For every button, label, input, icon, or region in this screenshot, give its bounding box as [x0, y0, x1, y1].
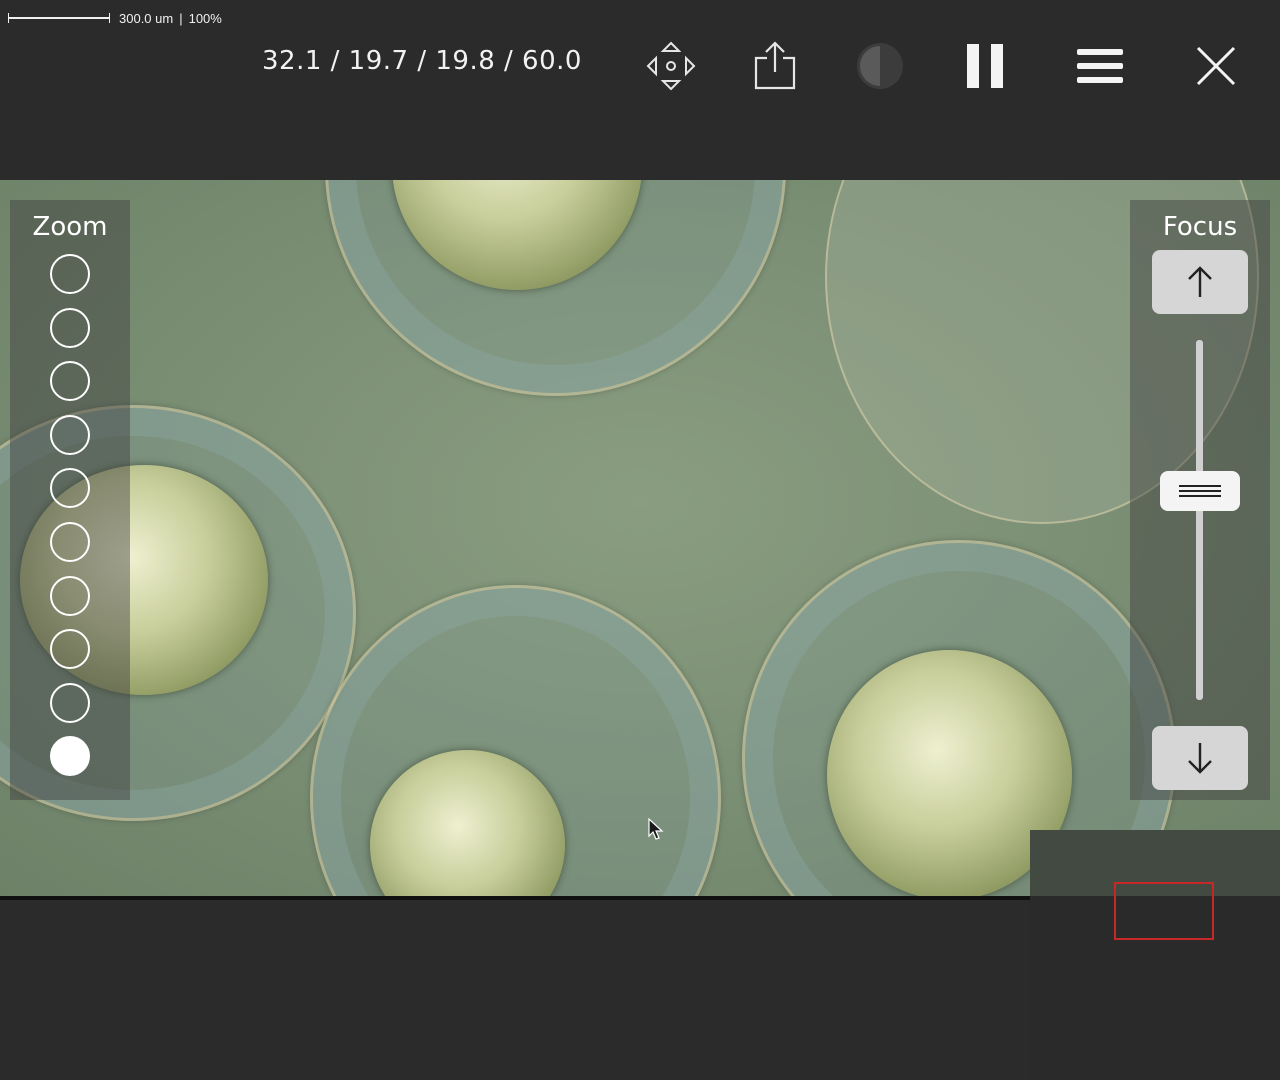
- focus-title: Focus: [1162, 212, 1238, 242]
- zoom-level-10[interactable]: [50, 736, 90, 777]
- menu-button[interactable]: [1072, 38, 1128, 94]
- microscope-viewer-app: 300.0 um | 100% 32.1 / 19.7 / 19.8 / 60.…: [0, 0, 1280, 1080]
- zoom-level-9[interactable]: [50, 682, 90, 723]
- stage-coordinates: 32.1 / 19.7 / 19.8 / 60.0: [262, 46, 582, 76]
- close-icon: [1196, 46, 1236, 86]
- close-button[interactable]: [1188, 38, 1244, 94]
- zoom-level-4[interactable]: [50, 414, 90, 455]
- share-button[interactable]: [747, 38, 803, 94]
- overview-minimap[interactable]: [1030, 830, 1280, 1080]
- scale-bar-separator: |: [179, 10, 183, 26]
- focus-up-button[interactable]: [1152, 250, 1248, 314]
- menu-icon: [1077, 49, 1123, 83]
- scale-bar-length: 300.0 um: [119, 10, 174, 26]
- share-icon: [754, 41, 796, 90]
- zoom-level-6[interactable]: [50, 522, 90, 562]
- zoom-title: Zoom: [32, 212, 108, 242]
- grip-lines-icon: [1179, 485, 1221, 498]
- zoom-level-2[interactable]: [50, 307, 90, 348]
- scale-bar-line: [8, 13, 110, 23]
- scale-bar: 300.0 um | 100%: [8, 8, 222, 28]
- scale-bar-zoom: 100%: [188, 10, 222, 26]
- zoom-panel: Zoom: [10, 200, 130, 800]
- contrast-button[interactable]: [852, 38, 908, 94]
- zoom-level-5[interactable]: [50, 468, 90, 509]
- pause-icon: [967, 44, 1003, 88]
- focus-down-button[interactable]: [1152, 726, 1248, 790]
- zoom-level-7[interactable]: [50, 575, 90, 616]
- arrow-up-icon: [1188, 266, 1212, 297]
- microscope-live-view[interactable]: [0, 180, 1280, 896]
- zoom-level-3[interactable]: [50, 361, 90, 402]
- focus-slider-track[interactable]: [1196, 340, 1203, 700]
- zoom-level-1[interactable]: [50, 254, 90, 294]
- arrow-down-icon: [1188, 743, 1212, 774]
- focus-slider-thumb[interactable]: [1160, 471, 1240, 512]
- minimap-viewport-indicator[interactable]: [1114, 882, 1214, 940]
- mouse-cursor: [648, 817, 664, 844]
- focus-panel: Focus: [1130, 200, 1270, 800]
- contrast-icon: [857, 43, 903, 89]
- move-button[interactable]: [643, 38, 699, 94]
- zoom-level-8[interactable]: [50, 629, 90, 670]
- cursor-arrow-icon: [648, 817, 664, 840]
- pause-button[interactable]: [957, 38, 1013, 94]
- move-icon: [646, 41, 696, 91]
